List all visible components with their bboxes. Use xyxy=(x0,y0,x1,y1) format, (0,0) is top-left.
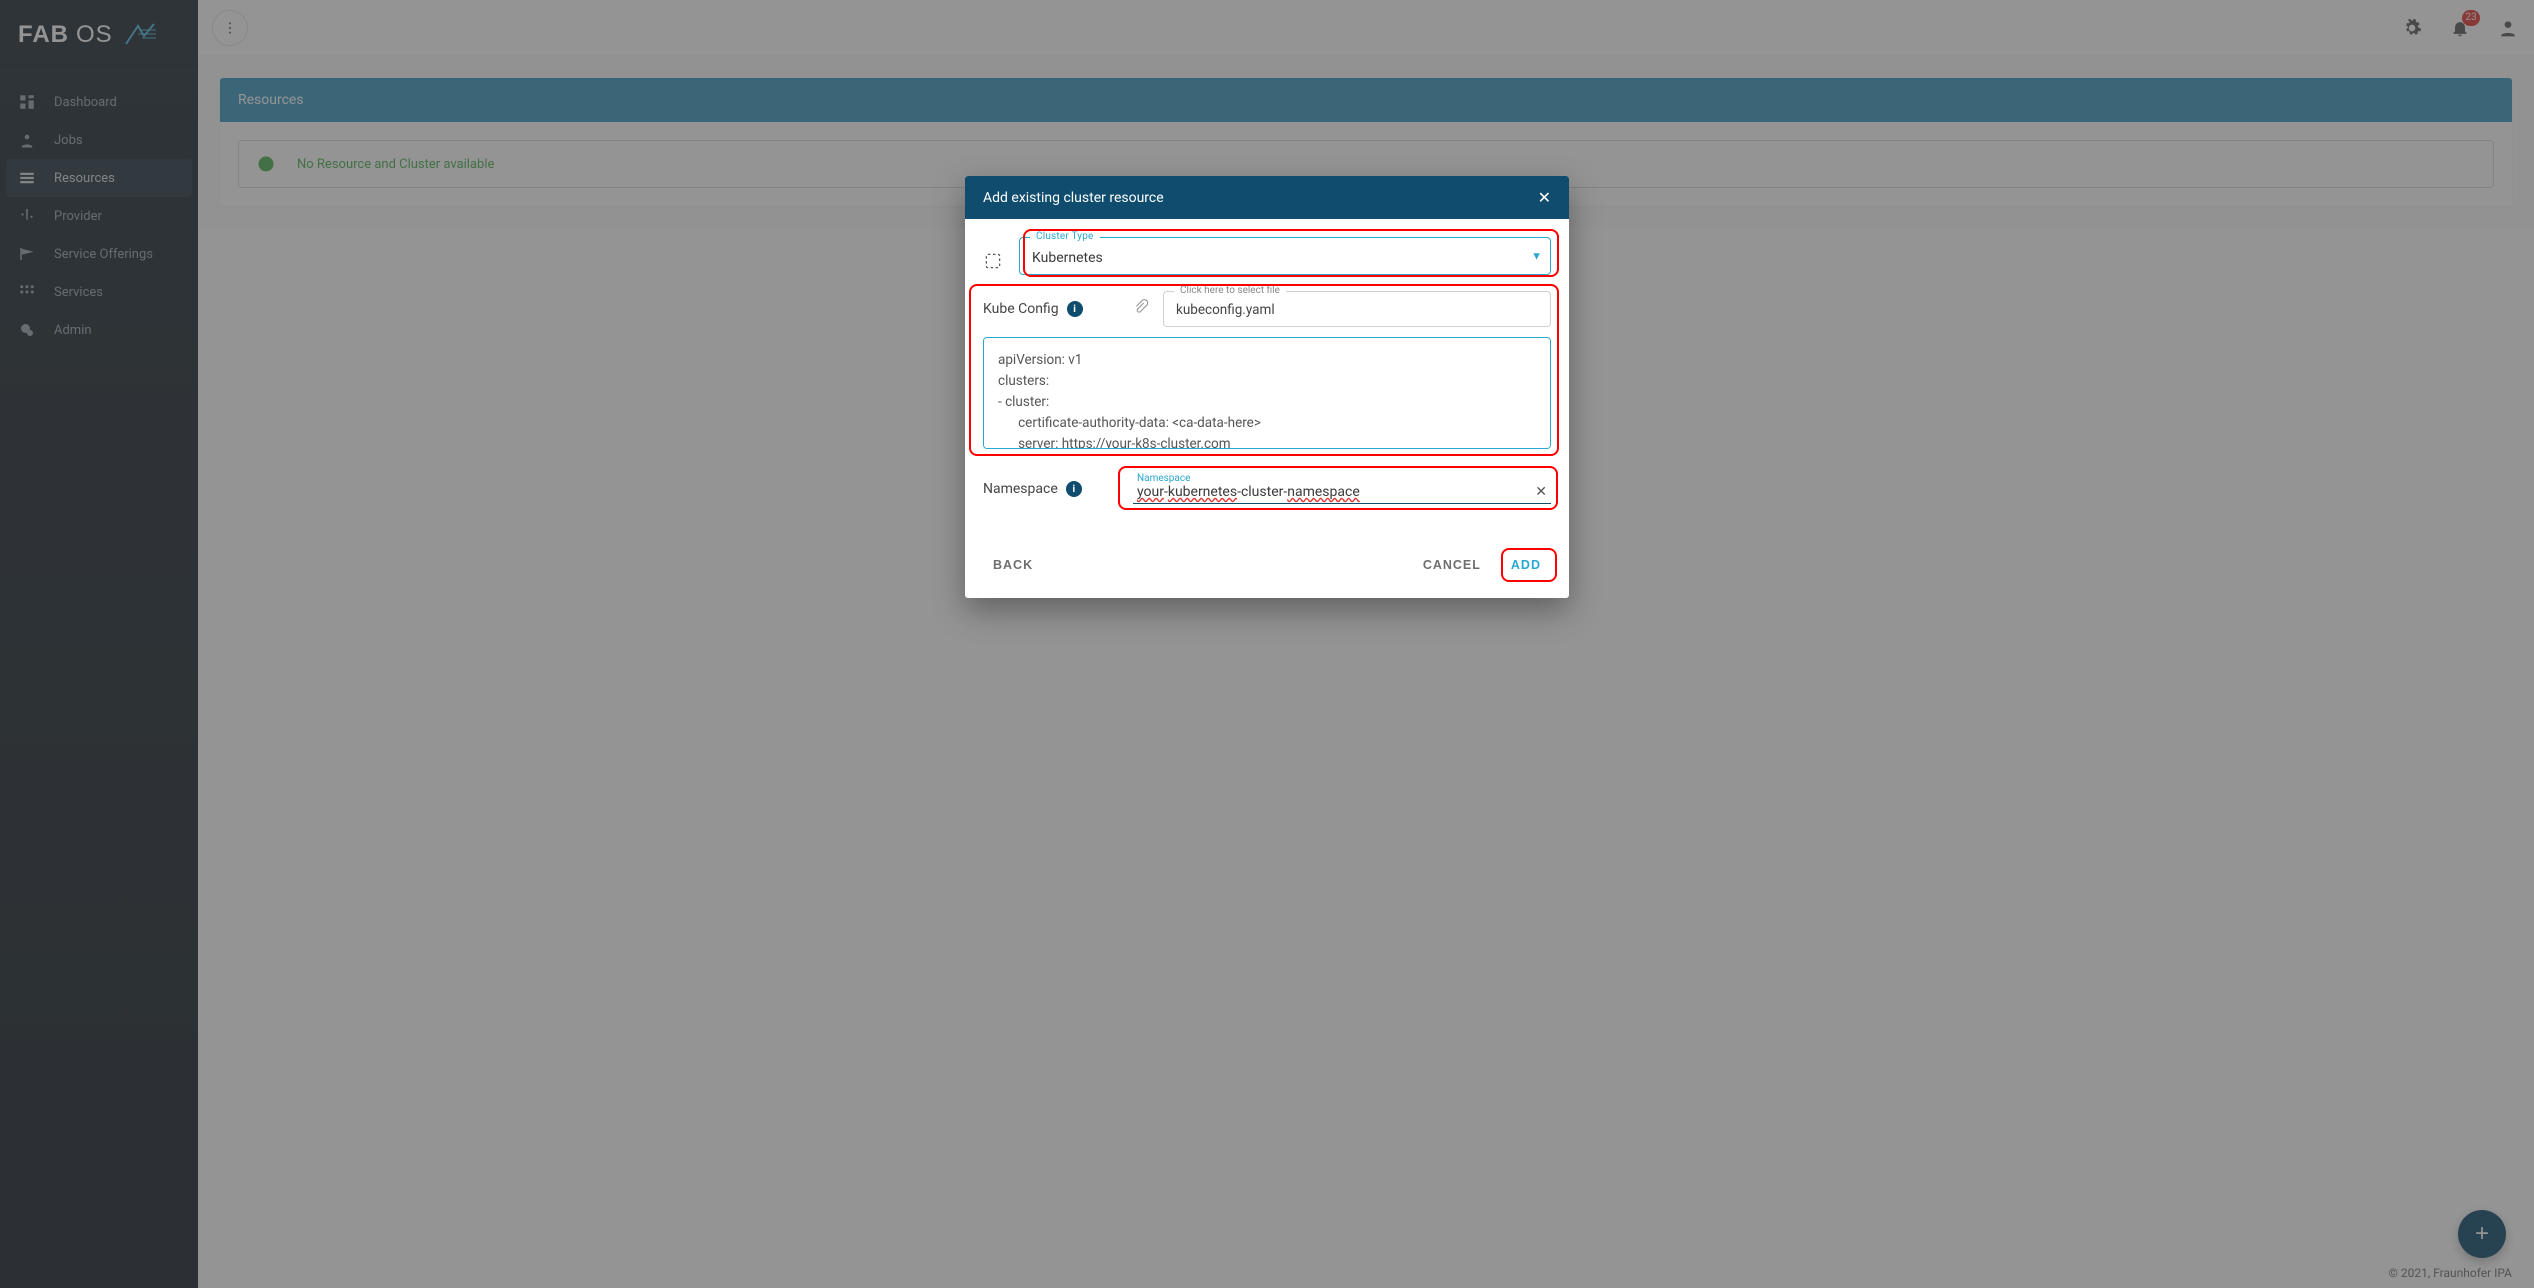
cancel-button[interactable]: CANCEL xyxy=(1413,550,1491,580)
dialog-title: Add existing cluster resource xyxy=(983,190,1164,206)
file-name: kubeconfig.yaml xyxy=(1176,302,1538,318)
modal-overlay[interactable]: Add existing cluster resource ✕ Cluster … xyxy=(0,0,2534,1288)
close-icon: ✕ xyxy=(1538,188,1551,207)
cluster-type-label: Cluster Type xyxy=(1030,231,1100,242)
dialog-close-button[interactable]: ✕ xyxy=(1538,188,1551,207)
cluster-type-value: Kubernetes xyxy=(1032,250,1538,266)
namespace-field[interactable]: Namespace your-kubernetes-cluster-namesp… xyxy=(1133,467,1551,504)
kubeconfig-label: Kube Config xyxy=(983,301,1059,317)
kubeconfig-info-icon[interactable]: i xyxy=(1067,301,1083,317)
add-button[interactable]: ADD xyxy=(1501,550,1551,580)
namespace-label: Namespace xyxy=(1137,473,1547,484)
file-select-field[interactable]: Click here to select file kubeconfig.yam… xyxy=(1163,291,1551,327)
chevron-down-icon: ▼ xyxy=(1531,250,1542,263)
file-field-label: Click here to select file xyxy=(1174,285,1286,296)
add-cluster-dialog: Add existing cluster resource ✕ Cluster … xyxy=(965,176,1569,598)
kubeconfig-textarea[interactable] xyxy=(983,337,1551,449)
namespace-section-label: Namespace xyxy=(983,481,1058,497)
namespace-value: your-kubernetes-cluster-namespace xyxy=(1137,484,1535,500)
close-icon: ✕ xyxy=(1535,484,1547,500)
back-button[interactable]: BACK xyxy=(983,550,1043,580)
cluster-type-select[interactable]: Cluster Type Kubernetes ▼ xyxy=(1019,237,1551,275)
dialog-header: Add existing cluster resource ✕ xyxy=(965,176,1569,219)
namespace-info-icon[interactable]: i xyxy=(1066,481,1082,497)
attachment-icon xyxy=(1133,291,1149,319)
cluster-type-icon xyxy=(983,237,1005,275)
clear-namespace-button[interactable]: ✕ xyxy=(1535,484,1547,500)
